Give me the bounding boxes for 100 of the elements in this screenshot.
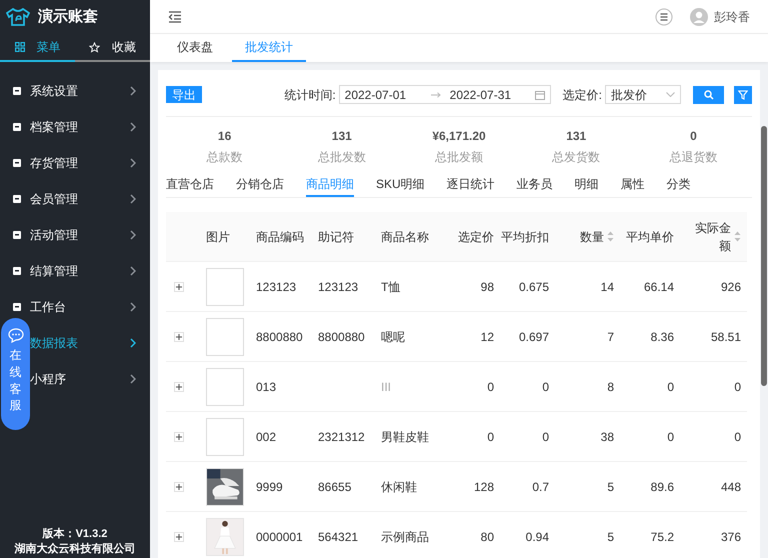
expand-button[interactable] [174, 432, 184, 442]
table-cell: 128 [474, 480, 494, 494]
chevron-icon [130, 230, 136, 240]
column-header: 助记符 [318, 228, 354, 246]
menu-icon [13, 303, 21, 311]
table-cell: 0 [667, 430, 674, 444]
table-cell: 0 [734, 430, 741, 444]
table-cell: 14 [600, 280, 614, 294]
report-tab[interactable]: 分销仓店 [236, 172, 284, 197]
menu-item[interactable]: 数据报表 [30, 325, 150, 361]
menu-item[interactable]: 活动管理 [30, 217, 150, 253]
expand-button[interactable] [174, 282, 184, 292]
table-cell: 5 [607, 530, 614, 544]
table-cell: 5 [607, 480, 614, 494]
menu-item[interactable]: 系统设置 [30, 73, 150, 109]
sidebar-tab[interactable]: 收藏 [75, 34, 150, 62]
table-cell: 0.94 [526, 530, 549, 544]
expand-button[interactable] [174, 482, 184, 492]
menu-item[interactable]: 小程序 [30, 361, 150, 397]
collapse-menu-icon[interactable] [168, 10, 182, 22]
table-cell: 12 [480, 330, 494, 344]
table-cell: 8800880 [318, 330, 365, 344]
report-tab[interactable]: 分类 [666, 172, 691, 197]
table-cell: 男鞋皮鞋 [381, 430, 429, 444]
online-service-button[interactable]: 在线客服 [1, 318, 30, 430]
table-cell: T恤 [381, 280, 400, 294]
grid-icon [14, 42, 24, 52]
table-cell: 0.697 [518, 330, 549, 344]
report-tab[interactable]: 明细 [574, 172, 599, 197]
table-cell: 0 [734, 380, 741, 394]
column-header: 图片 [206, 228, 230, 246]
stat-label: 总发货数 [552, 149, 600, 166]
plus-icon [176, 534, 182, 540]
date-range-field[interactable]: 2022-07-01 2022-07-31 [338, 85, 551, 104]
table-cell: 嗯呢 [381, 330, 405, 344]
stat-label: 总批发数 [318, 149, 366, 166]
table-cell: 98 [480, 280, 494, 294]
table-cell: 38 [600, 430, 614, 444]
table-cell: 564321 [318, 530, 358, 544]
column-header: 平均折扣 [501, 228, 549, 246]
table-cell: 002 [256, 430, 276, 444]
plus-icon [176, 434, 182, 440]
column-header: 数量 [580, 228, 604, 246]
filter-button[interactable] [734, 86, 752, 104]
column-header: 选定价 [458, 228, 494, 246]
expand-button[interactable] [174, 532, 184, 542]
column-header: 商品名称 [381, 228, 429, 246]
plus-icon [176, 284, 182, 290]
report-tab[interactable]: SKU明细 [376, 172, 425, 197]
arrow-icon [430, 92, 441, 98]
avatar-icon [690, 8, 708, 26]
menu-icon [13, 159, 21, 167]
report-tab[interactable]: 逐日统计 [446, 172, 495, 197]
menu-icon [13, 195, 21, 203]
brand-title: 演示账套 [38, 6, 98, 27]
menu-icon [13, 231, 21, 239]
stat-value: 0 [690, 128, 697, 145]
expand-button[interactable] [174, 382, 184, 392]
sidebar-tab[interactable]: 菜单 [0, 34, 75, 62]
table-cell: 58.51 [710, 330, 741, 344]
user-name[interactable]: 彭玲香 [714, 8, 750, 26]
table-cell: 0 [542, 430, 549, 444]
calendar-icon [534, 90, 545, 100]
menu-icon[interactable] [655, 8, 673, 26]
page-tab[interactable]: 仪表盘 [158, 34, 232, 62]
report-tab[interactable]: 直营仓店 [166, 172, 214, 197]
menu-item[interactable]: 结算管理 [30, 253, 150, 289]
chevron-icon [130, 374, 136, 384]
chat-icon [8, 328, 24, 343]
plus-icon [176, 484, 182, 490]
report-tab[interactable]: 业务员 [516, 172, 553, 197]
table-cell: 123123 [318, 280, 358, 294]
image-placeholder [206, 418, 244, 456]
table-cell: 8800880 [256, 330, 303, 344]
menu-item[interactable]: 工作台 [30, 289, 150, 325]
image-placeholder [206, 368, 244, 406]
stat-value: 16 [218, 128, 232, 145]
table-cell: 0 [667, 380, 674, 394]
scrollbar-thumb[interactable] [761, 126, 767, 386]
table-cell: 376 [720, 530, 741, 544]
caret-icon [666, 92, 675, 97]
expand-button[interactable] [174, 332, 184, 342]
chevron-icon [130, 266, 136, 276]
stat-label: 总退货数 [669, 149, 718, 166]
plus-icon [176, 334, 182, 340]
menu-item[interactable]: 会员管理 [30, 181, 150, 217]
menu-icon [13, 123, 21, 131]
table-cell: 75.2 [650, 530, 674, 544]
report-tab[interactable]: 属性 [620, 172, 645, 197]
table-cell: 013 [256, 380, 276, 394]
price-select[interactable]: 批发价 [605, 85, 681, 104]
shirt-logo-icon [6, 8, 30, 26]
menu-item[interactable]: 档案管理 [30, 109, 150, 145]
search-button[interactable] [693, 86, 724, 104]
menu-item[interactable]: 存货管理 [30, 145, 150, 181]
chevron-icon [130, 122, 136, 132]
table-cell: 0.675 [518, 280, 549, 294]
table-cell: 8 [607, 380, 614, 394]
stat-label: 总批发额 [435, 149, 483, 166]
table-cell: 926 [720, 280, 741, 294]
